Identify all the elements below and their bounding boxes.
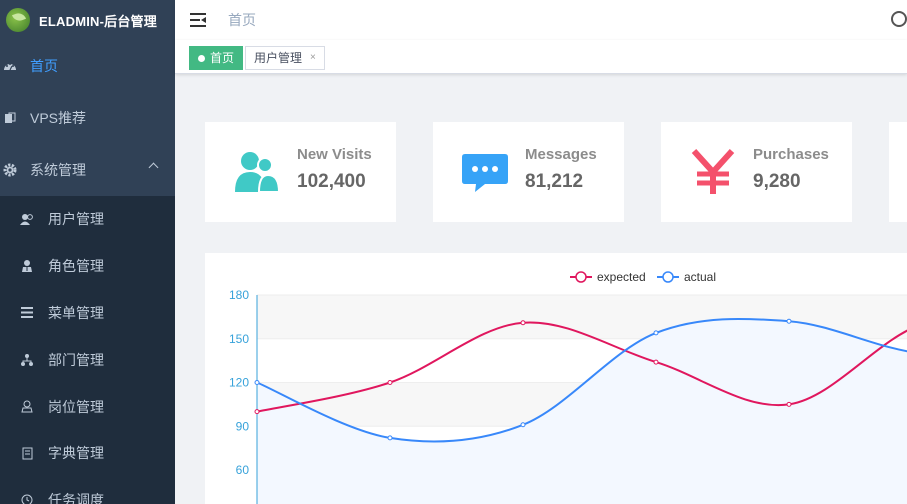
search-icon[interactable] [891,11,907,27]
legend-item-actual[interactable]: actual [657,270,716,284]
data-point-actual[interactable] [254,380,260,385]
sidebar-item-vps[interactable]: VPS推荐 [0,92,175,144]
tag-label: 首页 [210,51,235,65]
panel-label: Purchases [753,146,829,163]
timer-icon [20,494,34,504]
data-point-actual[interactable] [653,330,659,336]
y-tick-label: 90 [236,419,250,433]
people-icon [233,148,281,196]
data-point-expected[interactable] [653,359,659,365]
sidebar-item-system[interactable]: 系统管理 [0,144,175,196]
panel-partial[interactable] [889,122,907,222]
y-tick-label: 120 [229,376,249,390]
submenu-system: 用户管理 角色管理 菜单管理 部门管理 岗位管理 字典管理 任务调度 [0,196,175,504]
data-point-actual[interactable] [520,422,526,428]
sidebar-item-home[interactable]: 首页 [0,40,175,92]
sidebar-item-label: 用户管理 [48,211,104,228]
data-point-actual[interactable] [786,318,792,324]
dashboard-icon [2,60,18,72]
users-icon [20,213,34,226]
legend-item-expected[interactable]: expected [570,270,646,284]
panel-messages[interactable]: Messages 81,212 [433,122,624,222]
sidebar-item-positions[interactable]: 岗位管理 [0,383,175,430]
sidebar-item-label: 角色管理 [48,258,104,275]
chevron-up-icon [148,162,159,173]
server-icon [2,112,18,124]
active-dot-icon [198,54,205,62]
panel-value: 102,400 [297,171,366,192]
menu-list-icon [20,307,34,319]
data-point-expected[interactable] [254,409,260,415]
sidebar-item-users[interactable]: 用户管理 [0,196,175,243]
sidebar-item-menus[interactable]: 菜单管理 [0,290,175,337]
line-chart-card: 180 150 120 90 60 expected actual [205,253,907,504]
sidebar-item-label: 菜单管理 [48,304,104,321]
legend-label: expected [597,270,646,284]
badge-icon [20,400,34,413]
top-navbar: 首页 [175,0,907,40]
panel-purchases[interactable]: Purchases 9,280 [661,122,852,222]
message-icon [461,148,509,196]
sidebar-item-label: 字典管理 [48,445,104,462]
panel-label: New Visits [297,146,372,163]
tree-icon [20,353,34,366]
dictionary-icon [20,447,34,460]
yen-icon [689,148,737,196]
sidebar-item-label: VPS推荐 [30,110,87,126]
data-point-expected[interactable] [786,401,792,407]
leaf-logo-icon [6,8,30,32]
panel-label: Messages [525,146,597,163]
tag-label: 用户管理 [254,51,303,65]
panel-value: 81,212 [525,171,584,192]
panel-value: 9,280 [753,171,801,192]
sidebar-item-label: 系统管理 [30,162,86,178]
tag-users[interactable]: 用户管理 × [245,46,325,70]
panel-new-visits[interactable]: New Visits 102,400 [205,122,396,222]
y-tick-label: 60 [236,463,250,477]
close-icon[interactable]: × [310,47,316,69]
role-icon [20,259,34,273]
app-title: ELADMIN-后台管理 [39,13,157,29]
sidebar-item-label: 首页 [30,58,58,74]
breadcrumb[interactable]: 首页 [228,10,256,30]
tags-view: 首页 用户管理 × [175,40,907,74]
y-tick-label: 150 [229,332,249,346]
y-tick-label: 180 [229,288,249,302]
data-point-expected[interactable] [387,380,393,385]
hamburger-icon[interactable] [190,13,206,27]
app-logo[interactable]: ELADMIN-后台管理 [0,0,175,40]
data-point-expected[interactable] [520,320,526,326]
sidebar-item-label: 岗位管理 [48,398,104,415]
sidebar-item-dictionary[interactable]: 字典管理 [0,430,175,477]
line-chart: 180 150 120 90 60 expected actual [229,270,907,504]
sidebar: ELADMIN-后台管理 首页 VPS推荐 系统管理 用户管理 角色管理 菜单管… [0,0,175,504]
sidebar-item-label: 任务调度 [48,492,104,504]
sidebar-item-label: 部门管理 [48,351,104,368]
gear-icon [2,163,18,177]
sidebar-item-scheduler[interactable]: 任务调度 [0,477,175,504]
sidebar-item-roles[interactable]: 角色管理 [0,243,175,290]
sidebar-item-departments[interactable]: 部门管理 [0,336,175,383]
legend-label: actual [684,270,716,284]
tag-home[interactable]: 首页 [189,46,244,70]
data-point-actual[interactable] [387,435,393,441]
